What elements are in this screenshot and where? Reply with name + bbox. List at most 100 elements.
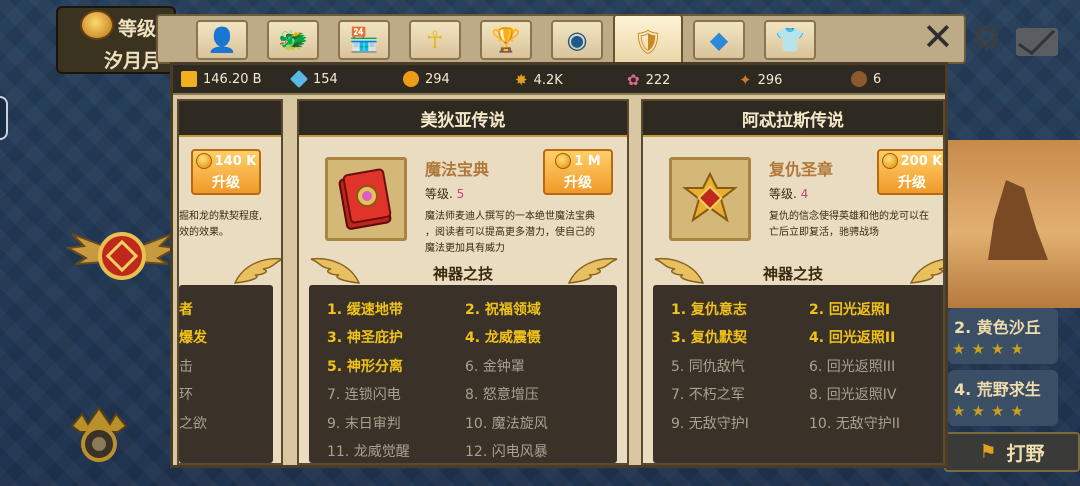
artifact-name: 复仇圣章 <box>769 160 834 179</box>
gold-coin-icon <box>195 153 212 169</box>
tab-costume[interactable]: 👕 <box>764 20 816 60</box>
description-line: 复仇的信念使得英雄和他的龙可以在 <box>769 211 929 222</box>
resource-value: 4.2K <box>533 72 563 88</box>
resource-value: 146.20 B <box>203 71 262 87</box>
player-avatar[interactable] <box>80 10 114 40</box>
close-icon[interactable]: ✕ <box>922 18 954 56</box>
resource-crest: ✦ 296 <box>739 71 782 89</box>
gear-icon[interactable]: ⚙ <box>972 22 1002 56</box>
skill-item: 4. 回光返照II <box>809 330 896 346</box>
upgrade-label: 升级 <box>212 175 240 191</box>
upgrade-button[interactable]: 200 K 升级 <box>877 149 943 195</box>
gold-coin-icon <box>403 71 419 87</box>
resource-diamond: 154 <box>289 69 338 89</box>
medal-icon <box>682 171 738 223</box>
artifact-item-slot[interactable] <box>325 157 407 241</box>
trophy-icon: 🏆 <box>491 26 521 54</box>
guild-emblem-icon[interactable] <box>66 218 178 288</box>
artifact-icon: 🛡 <box>632 28 664 56</box>
skill-item: 3. 复仇默契 <box>671 330 747 346</box>
artifact-item-slot[interactable] <box>669 157 751 241</box>
wing-icon <box>567 257 618 284</box>
map-stars: ★★★★ <box>952 402 1030 420</box>
skill-item: 2. 祝福领域 <box>465 302 541 318</box>
artifact-level: 等级. 4 <box>769 187 809 201</box>
skill-item: 之欲 <box>179 416 207 432</box>
skills-title: 神器之技 <box>762 265 823 283</box>
skills-box: 1. 缓速地带 2. 祝福领域 3. 神圣庇护 4. 龙威震慑 5. 神形分离 … <box>309 285 617 463</box>
ankh-icon: ☥ <box>426 26 444 54</box>
player-level-label: 等级 <box>118 18 157 40</box>
wing-icon <box>909 258 943 284</box>
tab-diamond[interactable]: ◆ <box>693 20 745 60</box>
gold-bars-icon <box>181 71 197 87</box>
skill-item: 8. 怒意增压 <box>465 387 539 403</box>
skill-item: 10. 魔法旋风 <box>465 416 548 432</box>
resource-bar: 146.20 B 154 294 ✸ 4.2K ✿ 222 ✦ 296 6 <box>173 65 945 95</box>
diamond-icon <box>289 69 309 89</box>
upgrade-button[interactable]: 140 K 升级 <box>191 149 261 195</box>
skill-item: 12. 闪电风暴 <box>465 444 548 460</box>
resource-gold: 146.20 B <box>181 71 262 87</box>
description-line: 效的效果。 <box>179 227 229 238</box>
skill-item: 1. 复仇意志 <box>671 302 747 318</box>
upgrade-button[interactable]: 1 M 升级 <box>543 149 613 195</box>
player-name: 汐月月 <box>104 50 162 72</box>
tab-orb[interactable]: ◉ <box>551 20 603 60</box>
person-icon: 👤 <box>207 26 237 54</box>
mail-icon[interactable] <box>1016 28 1058 56</box>
skill-item: 3. 神圣庇护 <box>327 330 403 346</box>
wing-icon <box>233 257 281 284</box>
skill-item: 5. 同仇敌忾 <box>671 359 745 375</box>
tab-trophy[interactable]: 🏆 <box>480 20 532 60</box>
resource-value: 296 <box>757 72 783 88</box>
skill-item: 7. 不朽之军 <box>671 387 745 403</box>
hunt-button[interactable]: ⚑ 打野 <box>944 432 1080 472</box>
skill-item: 1. 缓速地带 <box>327 302 403 318</box>
flower-icon: ✿ <box>627 71 640 89</box>
side-drawer-handle[interactable] <box>0 96 8 140</box>
hunt-button-label: 打野 <box>1006 442 1045 465</box>
description-line: 掘和龙的默契程度, <box>179 211 263 222</box>
upgrade-cost: 200 K <box>900 153 943 169</box>
resource-flower: ✿ 222 <box>627 71 670 89</box>
castle-icon[interactable] <box>68 404 130 466</box>
description-line: 魔法师麦迪人撰写的一本绝世魔法宝典 <box>425 211 595 222</box>
artifact-description: 掘和龙的默契程度, 效的效果。 <box>179 209 262 241</box>
resource-value: 6 <box>873 71 882 87</box>
tab-hero[interactable]: 👤 <box>196 20 248 60</box>
acorn-icon <box>851 71 867 87</box>
gold-coin-icon <box>881 153 898 169</box>
map-entry-wilderness[interactable]: 4. 荒野求生 ★★★★ <box>948 370 1058 426</box>
artifact-description: 魔法师麦迪人撰写的一本绝世魔法宝典 ，阅读者可以提高更多潜力，使自己的 魔法更加… <box>425 209 595 257</box>
resource-value: 222 <box>645 72 671 88</box>
tab-ankh[interactable]: ☥ <box>409 20 461 60</box>
artifact-card-atlas: 阿忒拉斯传说 复仇圣章 等级. 4 200 K 升级 复仇的信念使得英雄和他的龙… <box>641 99 945 465</box>
tab-dragon[interactable]: 🐲 <box>267 20 319 60</box>
map-entry-yellow-dunes[interactable]: 2. 黄色沙丘 ★★★★ <box>948 308 1058 364</box>
artifact-card-header: 阿忒拉斯传说 <box>643 101 943 137</box>
skill-item: 11. 龙威觉醒 <box>327 444 410 460</box>
crest-icon: ✦ <box>739 71 752 89</box>
skill-item: 7. 连锁闪电 <box>327 387 401 403</box>
category-tab-bar: 👤 🐲 🏪 ☥ 🏆 ◉ 🛡 ◆ 👕 <box>156 14 966 70</box>
artifact-card-header <box>179 101 281 137</box>
skill-item: 9. 末日审判 <box>327 416 401 432</box>
resource-star-badge: ✸ 4.2K <box>515 71 563 89</box>
artifact-name: 魔法宝典 <box>425 160 490 179</box>
shop-icon: 🏪 <box>349 26 379 54</box>
map-stars: ★★★★ <box>952 340 1030 358</box>
upgrade-cost: 140 K <box>214 153 257 169</box>
orb-icon: ◉ <box>566 26 588 54</box>
shirt-icon: 👕 <box>775 26 805 54</box>
map-entry-label: 4. 荒野求生 <box>954 380 1041 399</box>
skill-item: 击 <box>179 359 193 375</box>
resource-coin: 294 <box>403 71 450 87</box>
skill-item: 4. 龙威震慑 <box>465 330 541 346</box>
artifact-description: 复仇的信念使得英雄和他的龙可以在 亡后立即复活，驰骋战场 <box>769 209 943 241</box>
gold-coin-icon <box>555 153 572 169</box>
skills-box: 者 爆发 击 环 之欲 <box>179 285 273 463</box>
tab-shop[interactable]: 🏪 <box>338 20 390 60</box>
skill-item: 者 <box>179 302 193 318</box>
skill-item: 10. 无敌守护II <box>809 416 900 432</box>
